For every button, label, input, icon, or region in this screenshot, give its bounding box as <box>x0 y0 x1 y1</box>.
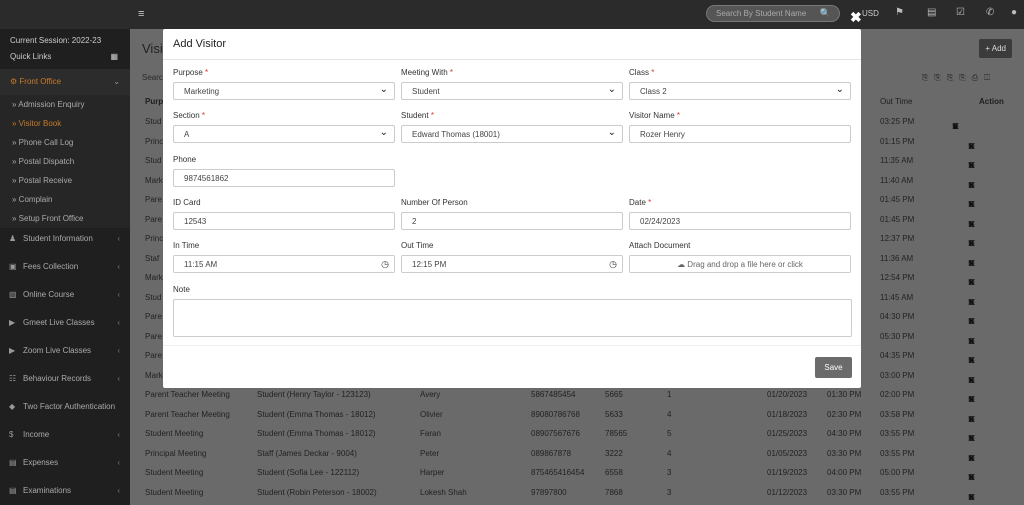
save-button[interactable]: Save <box>815 357 852 378</box>
class-select[interactable]: Class 2 ⌄ <box>629 82 851 100</box>
out-time-label: Out Time <box>401 241 434 250</box>
phone-input[interactable]: 9874561862 <box>173 169 395 187</box>
in-time-label: In Time <box>173 241 200 250</box>
id-card-label: ID Card <box>173 198 201 207</box>
visitor-name-label: Visitor Name * <box>629 111 681 120</box>
number-of-person-label: Number Of Person <box>401 198 468 207</box>
add-visitor-modal: Add Visitor Purpose * Marketing ⌄ Meeting… <box>163 29 861 388</box>
chevron-down-icon: ⌄ <box>379 127 388 138</box>
in-time-input[interactable]: 11:15 AM ◷ <box>173 255 395 273</box>
number-of-person-input[interactable]: 2 <box>401 212 623 230</box>
attach-document-label: Attach Document <box>629 241 691 250</box>
section-select[interactable]: A ⌄ <box>173 125 395 143</box>
modal-footer <box>163 345 861 346</box>
id-card-input[interactable]: 12543 <box>173 212 395 230</box>
meeting-with-label: Meeting With * <box>401 68 454 77</box>
section-label: Section * <box>173 111 206 120</box>
clock-icon[interactable]: ◷ <box>609 259 617 270</box>
phone-label: Phone <box>173 155 197 164</box>
note-textarea[interactable] <box>173 299 852 337</box>
out-time-input[interactable]: 12:15 PM ◷ <box>401 255 623 273</box>
chevron-down-icon: ⌄ <box>607 127 616 138</box>
chevron-down-icon: ⌄ <box>607 84 616 95</box>
dropzone-text: Drag and drop a file here or click <box>687 260 803 269</box>
class-label: Class * <box>629 68 655 77</box>
student-label: Student * <box>401 111 434 120</box>
date-label: Date * <box>629 198 652 207</box>
purpose-select[interactable]: Marketing ⌄ <box>173 82 395 100</box>
chevron-down-icon: ⌄ <box>379 84 388 95</box>
purpose-label: Purpose * <box>173 68 209 77</box>
attach-document-dropzone[interactable]: ☁ Drag and drop a file here or click <box>629 255 851 273</box>
date-input[interactable]: 02/24/2023 <box>629 212 851 230</box>
note-label: Note <box>173 285 190 294</box>
meeting-with-select[interactable]: Student ⌄ <box>401 82 623 100</box>
cloud-upload-icon: ☁ <box>677 260 686 269</box>
modal-title: Add Visitor <box>163 29 861 60</box>
chevron-down-icon: ⌄ <box>835 84 844 95</box>
close-icon[interactable]: ✖ <box>850 9 862 26</box>
clock-icon[interactable]: ◷ <box>381 259 389 270</box>
visitor-name-input[interactable]: Rozer Henry <box>629 125 851 143</box>
student-select[interactable]: Edward Thomas (18001) ⌄ <box>401 125 623 143</box>
